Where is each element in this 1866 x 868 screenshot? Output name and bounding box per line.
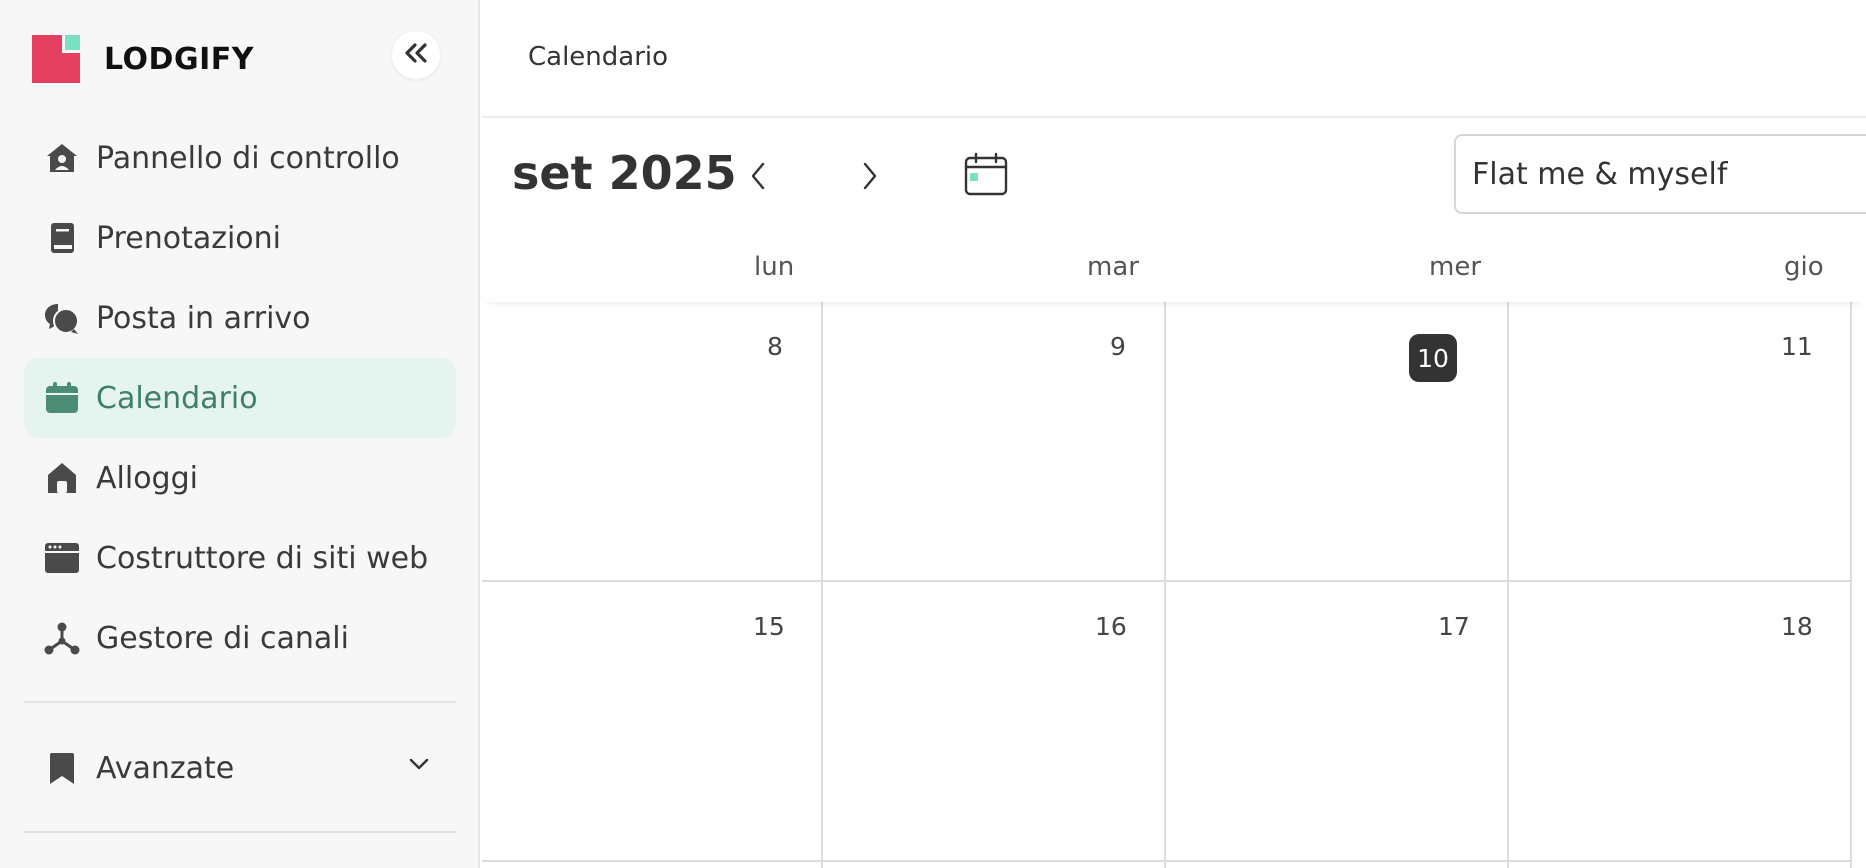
page-title: Calendario — [528, 42, 669, 72]
sidebar-divider — [24, 701, 456, 703]
calendar-today-icon — [964, 152, 1008, 200]
calendar-day-cell[interactable]: 17 — [1166, 582, 1509, 862]
calendar-day-cell[interactable]: 11 — [1509, 302, 1852, 582]
property-select-value: Flat me & myself — [1472, 156, 1728, 192]
weekday-header: lun mar mer gio — [482, 248, 1866, 302]
brand-logo[interactable]: LODGIFY — [32, 34, 254, 84]
browser-window-icon — [44, 540, 80, 576]
book-icon — [44, 220, 80, 256]
sidebar-item-label: Costruttore di siti web — [96, 540, 429, 576]
sidebar-item-label: Posta in arrivo — [96, 300, 311, 336]
weekday-label: mer — [1429, 252, 1482, 282]
day-number: 18 — [1781, 612, 1813, 641]
calendar-day-cell[interactable] — [482, 862, 823, 868]
sidebar-item-label: Avanzate — [96, 750, 235, 786]
calendar-day-cell[interactable]: 15 — [482, 582, 823, 862]
day-number: 9 — [1110, 332, 1126, 361]
sidebar-item-advanced[interactable]: Avanzate — [24, 728, 456, 808]
month-label: set 2025 — [512, 146, 737, 200]
day-number: 15 — [753, 612, 785, 641]
sidebar-item-bookings[interactable]: Prenotazioni — [24, 198, 456, 278]
chevron-left-icon — [749, 161, 767, 195]
collapse-sidebar-button[interactable] — [392, 31, 440, 79]
day-number: 11 — [1781, 332, 1813, 361]
weekday-label: gio — [1784, 252, 1824, 282]
next-month-button[interactable] — [848, 156, 892, 200]
calendar-day-cell[interactable]: 16 — [823, 582, 1166, 862]
sidebar-item-label: Alloggi — [96, 460, 198, 496]
previous-month-button[interactable] — [736, 156, 780, 200]
calendar-toolbar: set 2025 Flat me & myself — [482, 118, 1866, 248]
lodgify-logo-icon — [32, 35, 80, 83]
brand-name: LODGIFY — [104, 41, 254, 77]
today-badge: 10 — [1409, 334, 1457, 382]
calendar-day-cell[interactable]: 9 — [823, 302, 1166, 582]
day-number: 17 — [1438, 612, 1470, 641]
sidebar-item-label: Prenotazioni — [96, 220, 281, 256]
calendar-day-cell[interactable]: 10 — [1166, 302, 1509, 582]
day-number: 16 — [1095, 612, 1127, 641]
calendar-grid: 8 9 10 11 15 16 17 18 — [482, 302, 1866, 868]
sidebar-item-rentals[interactable]: Alloggi — [24, 438, 456, 518]
home-icon — [44, 140, 80, 176]
main-content: Calendario set 2025 Flat me & myself lun… — [482, 0, 1866, 868]
calendar-day-cell[interactable] — [1166, 862, 1509, 868]
day-number: 8 — [767, 332, 783, 361]
double-chevron-left-icon — [403, 42, 429, 68]
sidebar: LODGIFY Pannello di controllo Prenotazio… — [0, 0, 480, 868]
chat-bubbles-icon — [44, 300, 80, 336]
sidebar-item-label: Pannello di controllo — [96, 140, 400, 176]
sidebar-item-label: Calendario — [96, 380, 258, 416]
sidebar-item-label: Gestore di canali — [96, 620, 349, 656]
main-navigation: Pannello di controllo Prenotazioni Posta… — [24, 118, 456, 678]
bookmark-icon — [44, 750, 80, 786]
sidebar-divider — [24, 831, 456, 833]
house-icon — [44, 460, 80, 496]
calendar-icon — [44, 380, 80, 416]
sidebar-item-calendar[interactable]: Calendario — [24, 358, 456, 438]
go-to-today-button[interactable] — [962, 152, 1010, 200]
sidebar-item-inbox[interactable]: Posta in arrivo — [24, 278, 456, 358]
calendar-day-cell[interactable] — [1509, 862, 1852, 868]
top-bar: Calendario — [482, 0, 1866, 118]
weekday-label: lun — [754, 252, 795, 282]
sidebar-item-dashboard[interactable]: Pannello di controllo — [24, 118, 456, 198]
sidebar-item-channel-manager[interactable]: Gestore di canali — [24, 598, 456, 678]
chevron-right-icon — [861, 161, 879, 195]
calendar-day-cell[interactable]: 8 — [482, 302, 823, 582]
network-icon — [44, 620, 80, 656]
weekday-label: mar — [1087, 252, 1139, 282]
calendar-day-cell[interactable]: 18 — [1509, 582, 1852, 862]
property-select[interactable]: Flat me & myself — [1454, 134, 1866, 214]
calendar-day-cell[interactable] — [823, 862, 1166, 868]
chevron-down-icon — [408, 756, 430, 775]
sidebar-item-website-builder[interactable]: Costruttore di siti web — [24, 518, 456, 598]
